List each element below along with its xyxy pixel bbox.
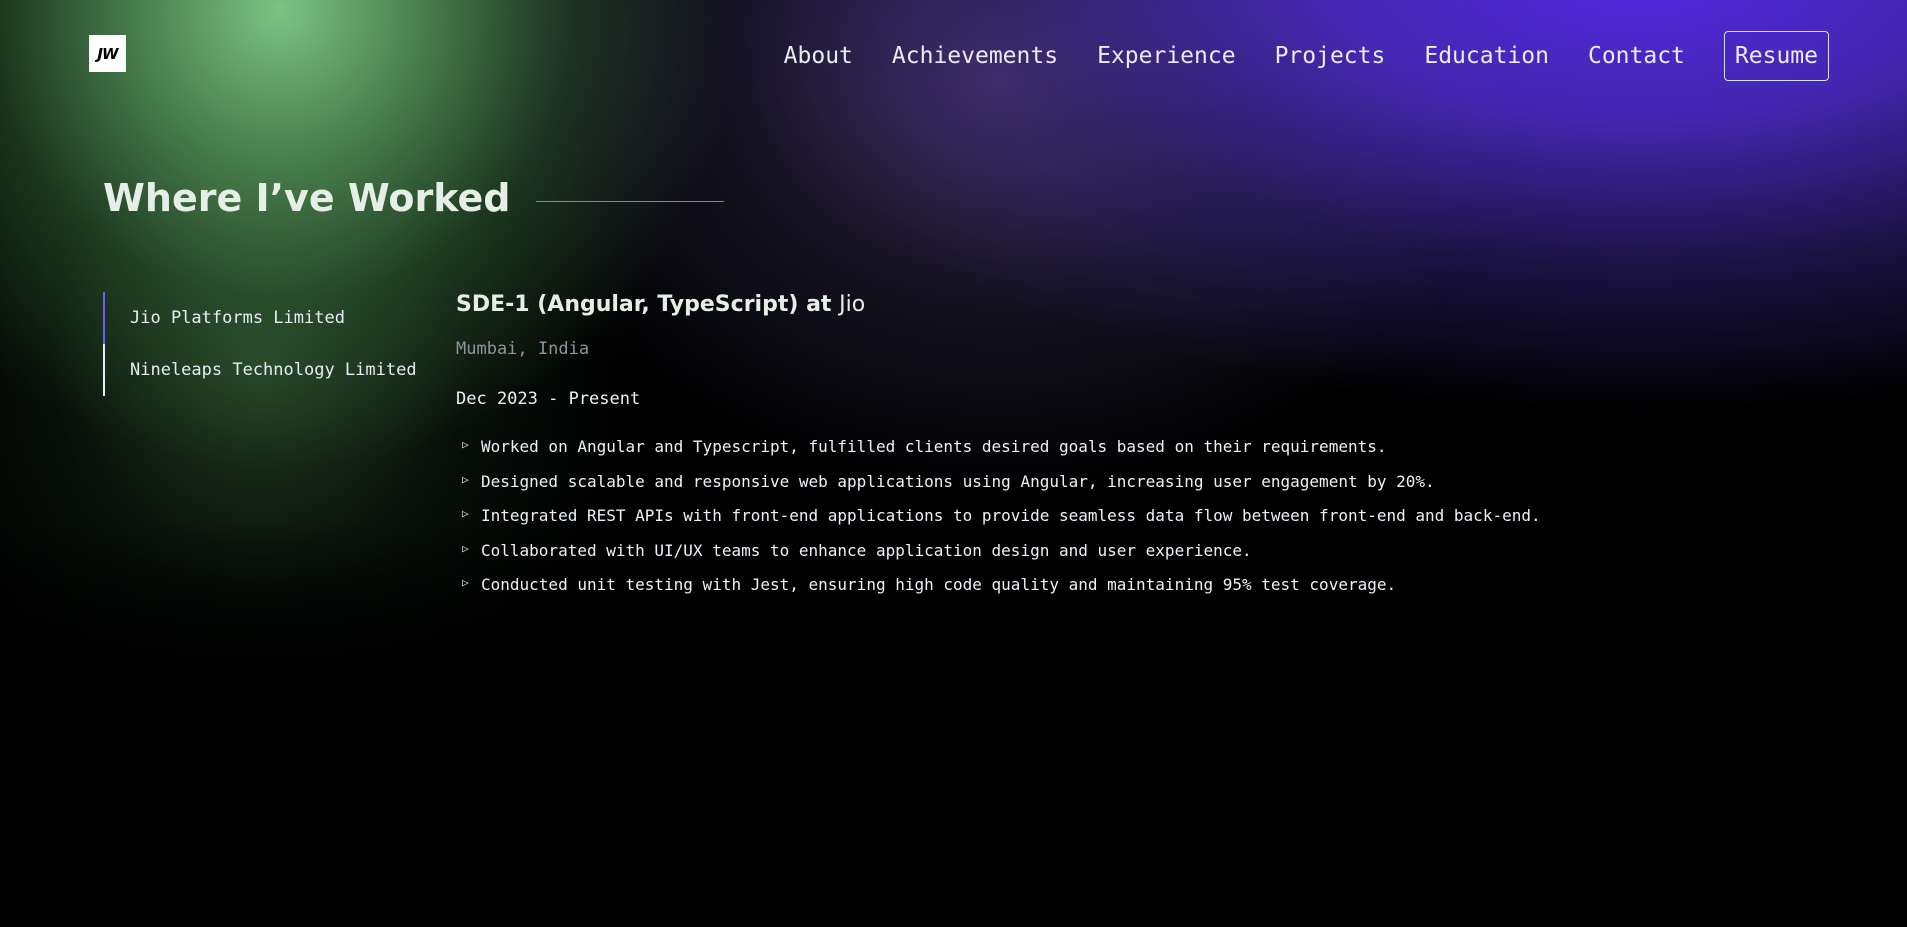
bullet-text: Designed scalable and responsive web app… <box>481 471 1435 491</box>
section-divider-line <box>536 200 725 202</box>
list-item: ▷ Worked on Angular and Typescript, fulf… <box>456 437 1756 472</box>
job-location: Mumbai, India <box>456 339 590 359</box>
nav-projects[interactable]: Projects <box>1275 43 1386 69</box>
triangle-right-icon: ▷ <box>462 541 469 555</box>
section-heading: Where I’ve Worked <box>103 176 725 220</box>
list-item: ▷ Integrated REST APIs with front-end ap… <box>456 506 1756 541</box>
logo-text: JW <box>97 44 118 63</box>
nav-contact[interactable]: Contact <box>1588 43 1685 69</box>
job-title-role: SDE-1 (Angular, TypeScript) at <box>456 292 840 317</box>
bullet-text: Integrated REST APIs with front-end appl… <box>481 506 1541 525</box>
triangle-right-icon: ▷ <box>462 507 469 520</box>
job-title: SDE-1 (Angular, TypeScript) at Jio <box>456 292 1756 317</box>
main-nav: About Achievements Experience Projects E… <box>784 31 1829 81</box>
triangle-right-icon: ▷ <box>462 576 469 589</box>
triangle-right-icon: ▷ <box>462 472 469 486</box>
section-title: Where I’ve Worked <box>103 176 511 220</box>
list-item: ▷ Collaborated with UI/UX teams to enhan… <box>456 541 1756 576</box>
logo[interactable]: JW <box>89 35 126 72</box>
nav-education[interactable]: Education <box>1424 43 1549 69</box>
job-panel: SDE-1 (Angular, TypeScript) at Jio Mumba… <box>456 292 1756 610</box>
company-tab-list: Jio Platforms Limited Nineleaps Technolo… <box>103 292 433 396</box>
nav-experience[interactable]: Experience <box>1097 43 1235 69</box>
bullet-text: Collaborated with UI/UX teams to enhance… <box>481 540 1252 560</box>
job-date-range: Dec 2023 - Present <box>456 389 641 409</box>
list-item: ▷ Designed scalable and responsive web a… <box>456 472 1756 507</box>
job-responsibilities: ▷ Worked on Angular and Typescript, fulf… <box>456 437 1756 610</box>
nav-about[interactable]: About <box>784 43 853 69</box>
resume-button[interactable]: Resume <box>1723 31 1829 81</box>
job-company-link[interactable]: Jio <box>839 292 865 317</box>
bullet-text: Conducted unit testing with Jest, ensuri… <box>481 575 1397 594</box>
list-item: ▷ Conducted unit testing with Jest, ensu… <box>456 575 1756 610</box>
bullet-text: Worked on Angular and Typescript, fulfil… <box>481 437 1387 456</box>
triangle-right-icon: ▷ <box>462 438 469 451</box>
tab-jio-platforms[interactable]: Jio Platforms Limited <box>103 292 433 344</box>
tab-nineleaps[interactable]: Nineleaps Technology Limited <box>103 344 433 396</box>
nav-achievements[interactable]: Achievements <box>892 43 1058 69</box>
